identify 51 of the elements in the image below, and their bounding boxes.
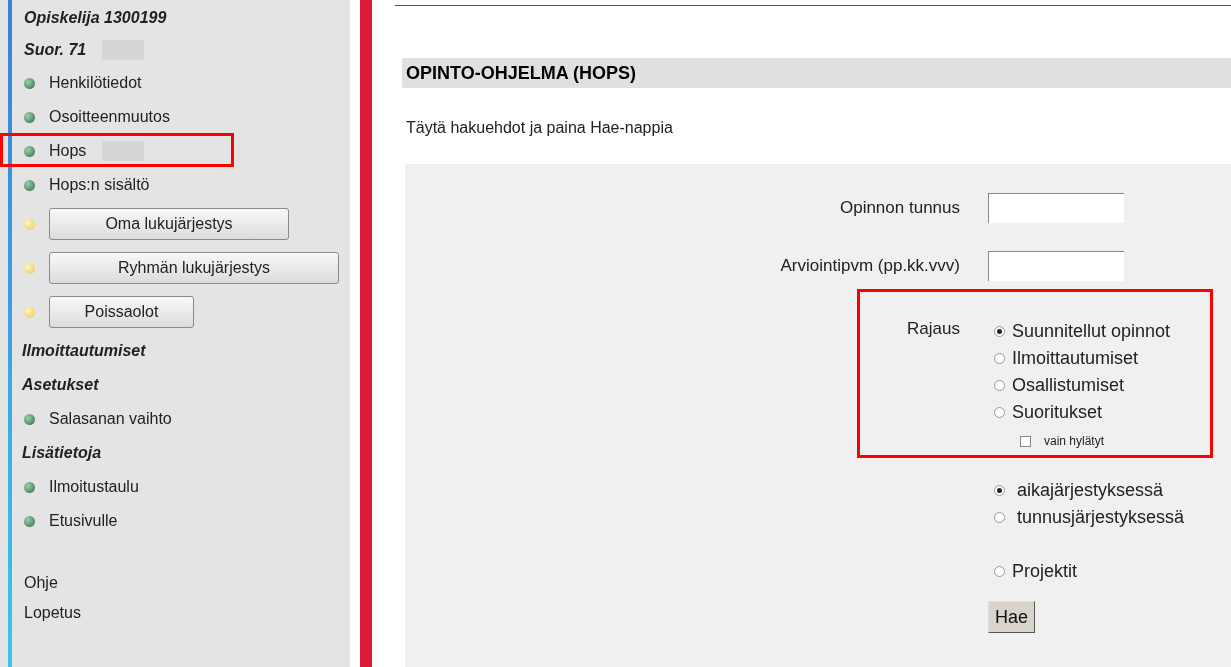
bullet-icon bbox=[24, 262, 35, 274]
field-label: Opinnon tunnus bbox=[839, 197, 960, 220]
option-label: aikajärjestyksessä bbox=[1017, 479, 1164, 502]
radio-button[interactable] bbox=[994, 566, 1005, 577]
checkbox-label: vain hylätyt bbox=[1044, 433, 1105, 450]
sidebar-link[interactable]: Osoitteenmuutos bbox=[49, 105, 170, 129]
page-title: OPINTO-OHJELMA (HOPS) bbox=[402, 58, 1231, 88]
radio-button[interactable] bbox=[994, 512, 1005, 523]
bullet-icon bbox=[24, 179, 35, 191]
radio-button[interactable] bbox=[994, 353, 1005, 364]
option-label: tunnusjärjestyksessä bbox=[1017, 506, 1185, 529]
sidebar-link[interactable]: Lopetus bbox=[24, 601, 81, 625]
sidebar-link[interactable]: Ilmoitustaulu bbox=[49, 475, 139, 499]
sidebar-button[interactable]: Poissaolot bbox=[49, 296, 194, 328]
search-button[interactable]: Hae bbox=[988, 601, 1036, 633]
bullet-icon bbox=[24, 111, 35, 123]
sidebar-heading: Lisätietoja bbox=[22, 443, 102, 463]
radio-button[interactable] bbox=[994, 407, 1005, 418]
input-field[interactable] bbox=[988, 251, 1124, 281]
bullet-icon bbox=[24, 306, 35, 318]
radio-button[interactable] bbox=[994, 326, 1005, 337]
bullet-icon bbox=[24, 413, 35, 425]
sidebar-link[interactable]: Salasanan vaihto bbox=[49, 407, 172, 431]
sidebar-header: Suor. 71 bbox=[24, 40, 87, 60]
option-label: Suoritukset bbox=[1012, 401, 1103, 424]
input-field[interactable] bbox=[988, 193, 1124, 223]
bullet-icon bbox=[24, 145, 35, 157]
radio-button[interactable] bbox=[994, 380, 1005, 391]
sidebar-link[interactable]: Etusivulle bbox=[49, 509, 118, 533]
sidebar-header: Opiskelija 1300199 bbox=[24, 8, 167, 28]
radio-button[interactable] bbox=[994, 485, 1005, 496]
bullet-icon bbox=[24, 77, 35, 89]
option-label: Suunnitellut opinnot bbox=[1012, 320, 1171, 343]
bullet-icon bbox=[24, 515, 35, 527]
sidebar-link[interactable]: Hops:n sisältö bbox=[49, 173, 150, 197]
sidebar-link[interactable]: Hops bbox=[49, 139, 87, 163]
option-label: Projektit bbox=[1012, 560, 1078, 583]
sidebar-heading: Ilmoittautumiset bbox=[22, 341, 146, 361]
field-label: Arviointipvm (pp.kk.vvv) bbox=[780, 255, 960, 278]
checkbox[interactable] bbox=[1020, 435, 1031, 447]
sidebar-heading: Asetukset bbox=[22, 375, 99, 395]
bullet-icon bbox=[24, 218, 35, 230]
field-label: Rajaus bbox=[907, 318, 960, 340]
sidebar-button[interactable]: Oma lukujärjestys bbox=[49, 208, 289, 240]
sidebar-link[interactable]: Henkilötiedot bbox=[49, 71, 142, 95]
option-label: Ilmoittautumiset bbox=[1012, 347, 1139, 370]
sidebar-button[interactable]: Ryhmän lukujärjestys bbox=[49, 252, 339, 284]
option-label: Osallistumiset bbox=[1012, 374, 1125, 397]
bullet-icon bbox=[24, 481, 35, 493]
sidebar-link[interactable]: Ohje bbox=[24, 571, 58, 595]
instruction-text: Täytä hakuehdot ja paina Hae-nappia bbox=[406, 118, 674, 138]
